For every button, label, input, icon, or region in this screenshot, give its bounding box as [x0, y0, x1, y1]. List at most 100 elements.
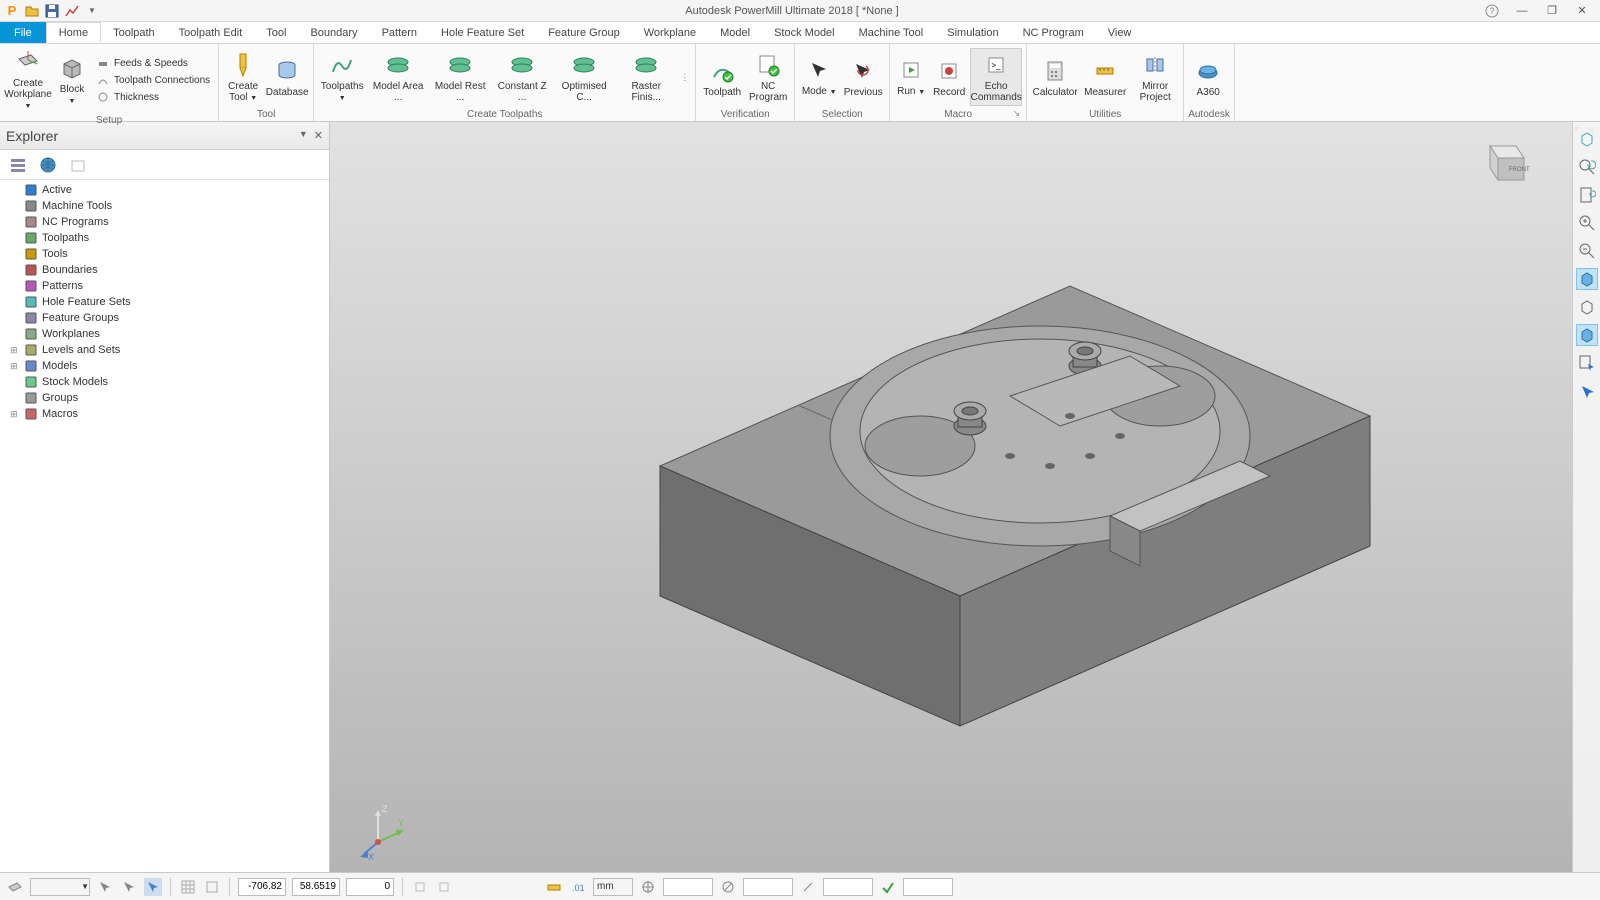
tree-node-stock-models[interactable]: Stock Models — [0, 374, 329, 390]
tree-expand-icon[interactable]: ⊞ — [10, 345, 20, 356]
tree-node-nc-programs[interactable]: NC Programs — [0, 214, 329, 230]
tab-nc-program[interactable]: NC Program — [1011, 22, 1096, 43]
database-button[interactable]: Database — [265, 55, 309, 100]
view-iso1-icon[interactable] — [1576, 128, 1598, 150]
explorer-dropdown-icon[interactable]: ▼ — [299, 129, 308, 142]
create-workplane-button[interactable]: Create Workplane ▼ — [4, 46, 52, 114]
zoom-out-icon[interactable] — [1576, 240, 1598, 262]
constant-z-button[interactable]: Constant Z ... — [492, 49, 552, 105]
viewport[interactable]: ▼ ✕ FRONT — [330, 122, 1600, 872]
tree-node-groups[interactable]: Groups — [0, 390, 329, 406]
a360-button[interactable]: A360 — [1188, 55, 1228, 100]
tab-tool[interactable]: Tool — [254, 22, 298, 43]
tree-node-active[interactable]: Active — [0, 182, 329, 198]
zoom-in-icon[interactable] — [1576, 212, 1598, 234]
shade-mode-2-icon[interactable] — [1576, 324, 1598, 346]
tab-feature-group[interactable]: Feature Group — [536, 22, 632, 43]
explorer-tb-collapse[interactable] — [6, 153, 30, 177]
tree-expand-icon[interactable]: ⊞ — [10, 409, 20, 420]
tab-model[interactable]: Model — [708, 22, 762, 43]
status-coord-z[interactable] — [346, 878, 394, 896]
selection-mode-button[interactable]: Mode ▼ — [799, 54, 839, 100]
status-check-icon[interactable] — [879, 878, 897, 896]
page-refresh-icon[interactable] — [1576, 184, 1598, 206]
cursor-icon[interactable] — [1576, 380, 1598, 402]
macro-echo-button[interactable]: >_ Echo Commands — [970, 48, 1022, 106]
tab-workplane[interactable]: Workplane — [632, 22, 708, 43]
status-diameter-icon[interactable] — [719, 878, 737, 896]
tree-expand-icon[interactable]: ⊞ — [10, 361, 20, 372]
zoom-refresh-icon[interactable] — [1576, 156, 1598, 178]
optimised-c-button[interactable]: Optimised C... — [554, 49, 614, 105]
tree-node-levels-and-sets[interactable]: ⊞Levels and Sets — [0, 342, 329, 358]
feeds-speeds-button[interactable]: Feeds & Speeds — [92, 55, 214, 71]
shade-mode-1-icon[interactable] — [1576, 268, 1598, 290]
block-button[interactable]: Block ▼ — [54, 52, 90, 109]
model-rest-button[interactable]: Model Rest ... — [430, 49, 490, 105]
status-unit-select[interactable]: mm — [593, 878, 633, 896]
model-area-button[interactable]: Model Area ... — [368, 49, 428, 105]
tree-node-workplanes[interactable]: Workplanes — [0, 326, 329, 342]
tab-home[interactable]: Home — [46, 22, 101, 43]
close-button[interactable]: ✕ — [1574, 3, 1590, 19]
qat-dropdown-icon[interactable]: ▼ — [84, 3, 100, 19]
wireframe-icon[interactable] — [1576, 296, 1598, 318]
minimize-button[interactable]: — — [1514, 3, 1530, 19]
raster-finish-button[interactable]: Raster Finis... — [616, 49, 676, 105]
open-icon[interactable] — [24, 3, 40, 19]
status-field-4[interactable] — [903, 878, 953, 896]
status-pick3-icon[interactable] — [144, 878, 162, 896]
tree-node-feature-groups[interactable]: Feature Groups — [0, 310, 329, 326]
tree-node-machine-tools[interactable]: Machine Tools — [0, 198, 329, 214]
tab-boundary[interactable]: Boundary — [298, 22, 369, 43]
thickness-button[interactable]: Thickness — [92, 89, 214, 105]
mirror-project-button[interactable]: Mirror Project — [1131, 49, 1179, 105]
macro-run-button[interactable]: Run ▼ — [894, 54, 928, 100]
toolpaths-more-button[interactable]: ⋮ — [678, 72, 691, 83]
tab-machine-tool[interactable]: Machine Tool — [847, 22, 936, 43]
status-slash-icon[interactable] — [799, 878, 817, 896]
status-workplane-icon[interactable] — [6, 878, 24, 896]
create-tool-button[interactable]: Create Tool ▼ — [223, 49, 263, 106]
maximize-button[interactable]: ❐ — [1544, 3, 1560, 19]
tab-hole-feature-set[interactable]: Hole Feature Set — [429, 22, 536, 43]
tree-node-toolpaths[interactable]: Toolpaths — [0, 230, 329, 246]
tree-node-boundaries[interactable]: Boundaries — [0, 262, 329, 278]
status-lock1-icon[interactable] — [411, 878, 429, 896]
help-icon[interactable]: ? — [1484, 3, 1500, 19]
chart-icon[interactable] — [64, 3, 80, 19]
status-snap-icon[interactable] — [203, 878, 221, 896]
tab-toolpath[interactable]: Toolpath — [101, 22, 167, 43]
tab-view[interactable]: View — [1096, 22, 1144, 43]
explorer-close-icon[interactable]: ✕ — [314, 129, 323, 142]
tree-node-patterns[interactable]: Patterns — [0, 278, 329, 294]
status-coord-x[interactable] — [238, 878, 286, 896]
tree-node-macros[interactable]: ⊞Macros — [0, 406, 329, 422]
status-precision-icon[interactable]: .01 — [569, 878, 587, 896]
measurer-button[interactable]: Measurer — [1081, 55, 1129, 100]
status-lock2-icon[interactable] — [435, 878, 453, 896]
verify-toolpath-button[interactable]: Toolpath — [700, 55, 744, 100]
verify-nc-button[interactable]: NC Program — [746, 49, 790, 105]
calculator-button[interactable]: Calculator — [1031, 55, 1079, 100]
tree-node-tools[interactable]: Tools — [0, 246, 329, 262]
explorer-tb-wire[interactable] — [66, 153, 90, 177]
toolpath-connections-button[interactable]: Toolpath Connections — [92, 72, 214, 88]
status-ruler-icon[interactable] — [545, 878, 563, 896]
status-workplane-select[interactable]: ▼ — [30, 878, 90, 896]
save-icon[interactable] — [44, 3, 60, 19]
tree-node-hole-feature-sets[interactable]: Hole Feature Sets — [0, 294, 329, 310]
tab-pattern[interactable]: Pattern — [370, 22, 429, 43]
tab-toolpath-edit[interactable]: Toolpath Edit — [167, 22, 255, 43]
tab-stock-model[interactable]: Stock Model — [762, 22, 847, 43]
selection-previous-button[interactable]: Previous — [841, 55, 885, 100]
tab-file[interactable]: File — [0, 22, 46, 43]
status-pick2-icon[interactable] — [120, 878, 138, 896]
tab-simulation[interactable]: Simulation — [935, 22, 1010, 43]
view-cube[interactable]: FRONT — [1476, 134, 1530, 188]
macro-dialog-launcher[interactable]: ↘ — [1013, 108, 1021, 119]
explorer-tb-globe[interactable] — [36, 153, 60, 177]
status-pick1-icon[interactable] — [96, 878, 114, 896]
status-center-icon[interactable] — [639, 878, 657, 896]
tree-node-models[interactable]: ⊞Models — [0, 358, 329, 374]
